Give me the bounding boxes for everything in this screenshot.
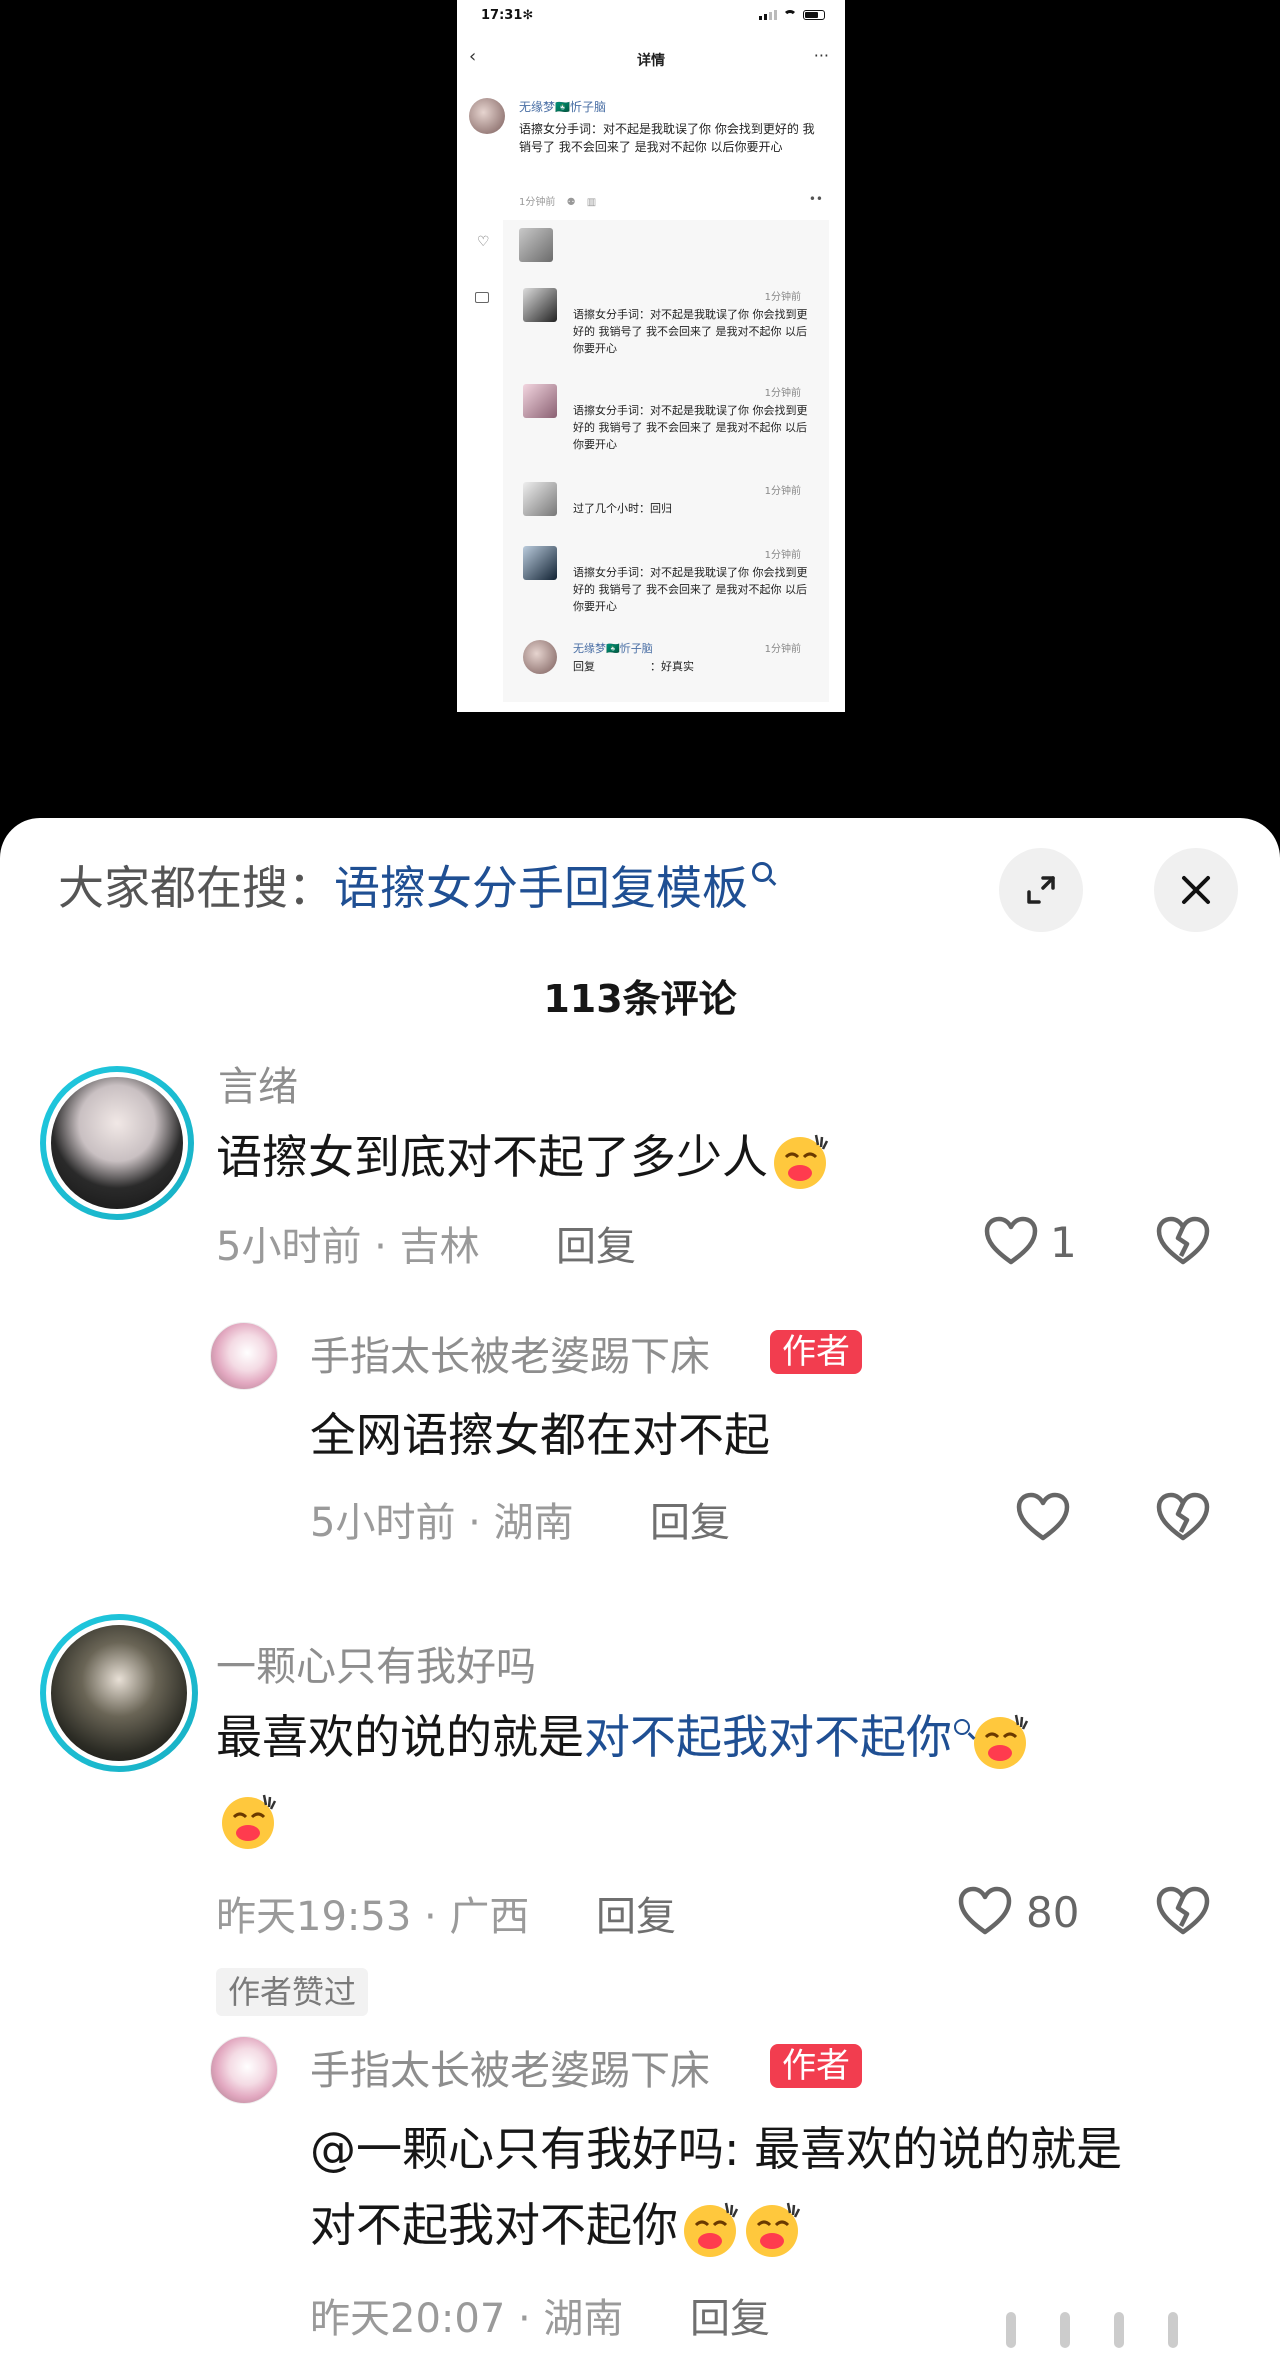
comment-username[interactable]: 手指太长被老婆踢下床	[310, 1324, 710, 1382]
reply-button[interactable]: 回复	[650, 1490, 730, 1548]
dislike-icon[interactable]	[1156, 1216, 1210, 1266]
signal-icon	[759, 10, 777, 20]
trending-search-term[interactable]: 语擦女分手回复模板	[334, 861, 748, 915]
reply-time: 1分钟前	[764, 550, 801, 561]
dislike-icon[interactable]	[1156, 1886, 1210, 1936]
comment-sheet: 大家都在搜：语擦女分手回复模板 113条评论 言绪 语擦女到底对不起了多少人 5…	[0, 818, 1280, 2358]
gesture-handle	[1006, 2312, 1016, 2348]
comment-text: 最喜欢的说的就是对不起我对不起你	[216, 1704, 1030, 1771]
reply-avatar	[523, 546, 557, 580]
expand-button[interactable]	[999, 848, 1083, 932]
status-bar: 17:31✻	[457, 0, 845, 34]
comment-meta: 昨天19:53 · 广西	[216, 1894, 530, 1940]
comment-meta: 5小时前 · 吉林	[216, 1224, 480, 1270]
screenshot-nav-title: 详情	[637, 53, 665, 69]
battery-icon	[803, 10, 825, 20]
like-count: 80	[1026, 1888, 1080, 1937]
search-icon	[752, 862, 772, 882]
person-icon: ⚉	[566, 197, 576, 208]
reply-button[interactable]: 回复	[556, 1214, 636, 1272]
reply-button[interactable]: 回复	[690, 2286, 770, 2344]
reply-time: 1分钟前	[764, 388, 801, 399]
comment-username[interactable]: 一颗心只有我好吗	[216, 1634, 536, 1692]
close-icon	[1182, 876, 1210, 904]
avatar[interactable]	[40, 1614, 198, 1772]
wifi-icon	[783, 10, 797, 20]
comment-count-title: 113条评论	[543, 977, 737, 1021]
reply-author: 无缘梦🇲🇴忻子脑	[573, 642, 653, 655]
comment-text: 全网语擦女都在对不起	[310, 1408, 770, 1462]
author-badge: 作者	[770, 1330, 862, 1374]
more-icon: ···	[813, 46, 829, 65]
kiss-emoji-icon	[222, 1794, 277, 1849]
dislike-icon[interactable]	[1156, 1492, 1210, 1542]
expand-icon	[1027, 876, 1055, 904]
post-text: 语擦女分手词：对不起是我耽误了你 你会找到更好的 我销号了 我不会回来了 是我对…	[519, 122, 815, 154]
kiss-emoji-icon	[974, 1714, 1029, 1769]
comment-icon	[475, 292, 489, 303]
kiss-emoji-icon	[774, 1134, 829, 1189]
comment-text-span: 语擦女到底对不起了多少人	[216, 1130, 768, 1184]
author-badge: 作者	[770, 2044, 862, 2088]
trash-icon: ▥	[586, 197, 597, 208]
author-liked-tag: 作者赞过	[216, 1968, 369, 2016]
reply-text: 语擦女分手词：对不起是我耽误了你 你会找到更好的 我销号了 我不会回来了 是我对…	[573, 308, 808, 355]
kiss-emoji-icon	[746, 2202, 801, 2257]
reply-avatar	[523, 482, 557, 516]
search-icon	[954, 1719, 970, 1735]
comment-meta: 5小时前 · 湖南	[310, 1500, 574, 1546]
reply-time: 1分钟前	[764, 644, 801, 655]
liker-avatar	[519, 228, 553, 262]
comment-text-span: 对不起我对不起你	[310, 2198, 678, 2252]
comment-username[interactable]: 言绪	[218, 1054, 298, 1112]
avatar[interactable]	[210, 1322, 278, 1390]
like-outline-icon: ♡	[477, 234, 490, 250]
reply-avatar	[523, 640, 557, 674]
gesture-handle	[1114, 2312, 1124, 2348]
kiss-emoji-icon	[684, 2202, 739, 2257]
avatar[interactable]	[210, 2036, 278, 2104]
comment-text-span: 最喜欢的说的就是	[216, 1710, 584, 1764]
trending-search[interactable]: 大家都在搜：语擦女分手回复模板	[58, 858, 772, 918]
reply-text: 回复 ：好真实	[573, 660, 694, 673]
reply-avatar	[523, 384, 557, 418]
options-icon: ••	[808, 192, 823, 206]
trending-search-label: 大家都在搜：	[58, 861, 334, 915]
close-button[interactable]	[1154, 848, 1238, 932]
gesture-handle	[1060, 2312, 1070, 2348]
reply-text: 语擦女分手词：对不起是我耽误了你 你会找到更好的 我销号了 我不会回来了 是我对…	[573, 404, 808, 451]
comment-text: 语擦女到底对不起了多少人	[216, 1124, 830, 1191]
embedded-screenshot: 17:31✻ ‹ 详情 ··· 无缘梦🇲🇴忻子脑 语擦女分手词：对不起是我耽误了…	[457, 0, 845, 712]
avatar[interactable]	[40, 1066, 194, 1220]
comment-username[interactable]: 手指太长被老婆踢下床	[310, 2038, 710, 2096]
reply-text: 语擦女分手词：对不起是我耽误了你 你会找到更好的 我销号了 我不会回来了 是我对…	[573, 566, 808, 613]
heart-icon[interactable]	[1016, 1492, 1070, 1542]
comment-text: 对不起我对不起你	[310, 2192, 802, 2259]
status-time: 17:31✻	[481, 8, 534, 23]
comment-text: @一颗心只有我好吗: 最喜欢的说的就是	[310, 2122, 1123, 2176]
reply-time: 1分钟前	[764, 486, 801, 497]
gesture-handle	[1168, 2312, 1178, 2348]
heart-icon[interactable]	[984, 1216, 1038, 1266]
reply-avatar	[523, 288, 557, 322]
comment-meta: 昨天20:07 · 湖南	[310, 2296, 624, 2342]
reply-time: 1分钟前	[764, 292, 801, 303]
like-count: 1	[1050, 1218, 1077, 1267]
post-time: 1分钟前	[519, 197, 556, 208]
screenshot-nav-bar: ‹ 详情 ···	[457, 44, 845, 74]
post-author: 无缘梦🇲🇴忻子脑	[519, 100, 606, 114]
comment-search-link[interactable]: 对不起我对不起你	[584, 1710, 952, 1764]
post-meta: 1分钟前 ⚉ ▥	[519, 193, 604, 208]
post-avatar	[469, 98, 505, 134]
heart-icon[interactable]	[958, 1886, 1012, 1936]
reply-text: 过了几个小时：回归	[573, 502, 672, 515]
comment-text-wrap	[216, 1784, 278, 1851]
reply-button[interactable]: 回复	[596, 1884, 676, 1942]
